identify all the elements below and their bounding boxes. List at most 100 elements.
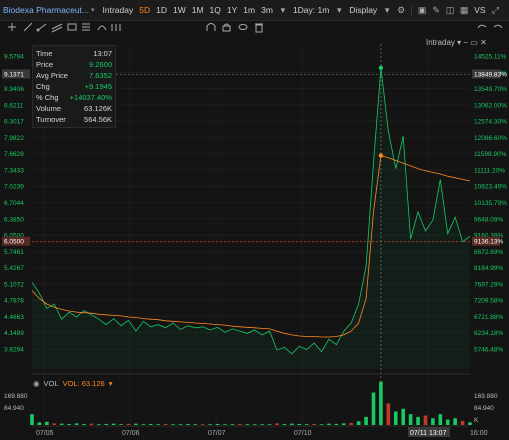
volume-bar (423, 415, 428, 425)
chevron-down-icon[interactable]: ▾ (277, 5, 289, 16)
chevron-down-icon[interactable]: ▾ (333, 5, 345, 16)
info-label: Chg (36, 82, 50, 91)
y-right-tick: 7697.29% (474, 281, 503, 288)
x-tick-label: 07/06 (122, 430, 140, 437)
expand-icon[interactable]: ⤢ (490, 5, 502, 16)
drawing-toolbar (0, 20, 509, 34)
info-row: Avg Price 7.6352 (36, 70, 112, 81)
period-1q[interactable]: 1Q (207, 5, 224, 15)
undo-icon[interactable] (477, 24, 487, 29)
info-label: Time (36, 49, 53, 58)
period-intraday[interactable]: Intraday (100, 5, 137, 15)
period-5d[interactable]: 5D (136, 5, 153, 15)
display-button[interactable]: Display (346, 5, 380, 15)
volume-bar (141, 424, 146, 425)
crosshair-pct-badge: 13849.83% (474, 71, 507, 78)
x-tick-label: 07/11 13:07 (410, 430, 447, 437)
volume-axis-tick: 84.940 (474, 405, 494, 412)
volume-axis-tick: 84.940 (4, 405, 24, 412)
lock-icon[interactable] (222, 23, 231, 32)
chevron-down-icon[interactable]: ▾ (109, 379, 113, 388)
volume-bar (312, 423, 316, 425)
volume-axis-tick: 169.880 (4, 393, 28, 400)
volume-axis-tick: K (474, 417, 479, 424)
volume-bar (52, 423, 57, 425)
settings-icon[interactable]: ⚙ (395, 5, 407, 16)
info-panel: Time 13:07 Price 9.2600 Avg Price 7.6352 Ch… (32, 45, 116, 128)
y-right-tick: 8672.69% (474, 249, 503, 256)
volume-bar (148, 423, 153, 425)
y-right-tick: 10623.49% (474, 184, 507, 191)
info-row: % Chg +14037.40% (36, 92, 112, 103)
y-left-tick: 8.3017 (4, 119, 24, 126)
chevron-down-icon[interactable]: ▾ (91, 6, 95, 14)
pitchfork-tool-icon[interactable] (111, 24, 121, 31)
info-label: % Chg (36, 93, 59, 102)
rect-tool-icon[interactable] (67, 23, 77, 31)
interval-3m[interactable]: 3m (258, 5, 276, 15)
line-tool-icon[interactable] (23, 22, 33, 32)
screenshot-icon[interactable]: ◫ (444, 5, 456, 16)
camera-icon[interactable]: ▣ (416, 5, 428, 16)
volume-bar (230, 424, 235, 425)
volume-bar (453, 418, 457, 425)
volume-bar (82, 423, 86, 425)
x-tick-label: 16:00 (470, 430, 488, 437)
arc-tool-icon[interactable] (97, 25, 107, 31)
volume-bar (445, 419, 450, 425)
volume-bar (431, 418, 435, 425)
period-1w[interactable]: 1W (170, 5, 189, 15)
y-left-tick: 7.6628 (4, 151, 24, 158)
x-tick-label: 07/10 (294, 430, 312, 437)
y-left-tick: 6.3850 (4, 216, 24, 223)
volume-label: VOL (43, 379, 59, 388)
period-1m[interactable]: 1M (189, 5, 207, 15)
period-1y[interactable]: 1Y (224, 5, 240, 15)
volume-bar (267, 424, 272, 425)
period-1d[interactable]: 1D (153, 5, 170, 15)
draw-icon[interactable]: ✎ (430, 5, 442, 16)
grid-icon[interactable]: ▦ (458, 5, 470, 16)
volume-bar (349, 422, 354, 425)
volume-bar (171, 424, 175, 425)
y-right-tick: 7209.58% (474, 298, 503, 305)
trash-icon[interactable] (255, 23, 263, 33)
chevron-down-icon[interactable]: ▾ (457, 38, 461, 47)
y-left-tick: 7.0239 (4, 184, 24, 191)
volume-bar (371, 392, 376, 425)
info-value: 13:07 (93, 49, 112, 58)
volume-bar (104, 423, 109, 425)
info-value: +9.1945 (84, 82, 112, 91)
ray-tool-icon[interactable] (36, 23, 47, 32)
interval-select[interactable]: 1Day: 1m (290, 5, 332, 15)
volume-bar (379, 381, 383, 425)
info-value: 7.6352 (89, 71, 112, 80)
y-right-tick: 10135.79% (474, 200, 507, 207)
crosshair-icon[interactable] (8, 23, 16, 31)
maximize-icon[interactable]: ▭ (470, 38, 478, 47)
y-left-tick: 3.8294 (4, 347, 24, 354)
channel-tool-icon[interactable] (51, 23, 63, 33)
volume-axis-tick: 169.880 (474, 393, 498, 400)
volume-bar (460, 420, 465, 425)
volume-bar (393, 411, 398, 425)
eye-icon[interactable]: ◉ (33, 379, 40, 388)
chart-mode-label[interactable]: Intraday ▾ − ▭ ✕ (426, 38, 487, 47)
redo-icon[interactable] (493, 24, 503, 29)
stock-title[interactable]: Biodexa Pharmaceut... (3, 5, 89, 15)
info-label: Turnover (36, 115, 66, 124)
minus-icon[interactable]: − (463, 38, 468, 47)
info-label: Avg Price (36, 71, 68, 80)
eye-icon[interactable] (238, 24, 248, 30)
volume-bar (134, 423, 138, 425)
interval-1m[interactable]: 1m (240, 5, 258, 15)
info-row: Chg +9.1945 (36, 81, 112, 92)
fib-tool-icon[interactable] (82, 23, 90, 31)
chart-toolbar: Biodexa Pharmaceut... ▾ Intraday 5D 1D 1… (0, 0, 509, 21)
volume-bar (438, 414, 443, 425)
chevron-down-icon[interactable]: ▾ (381, 5, 393, 16)
close-icon[interactable]: ✕ (480, 38, 487, 47)
vs-button[interactable]: VS (471, 5, 488, 15)
magnet-icon[interactable] (206, 23, 216, 32)
volume-bar (126, 423, 131, 425)
